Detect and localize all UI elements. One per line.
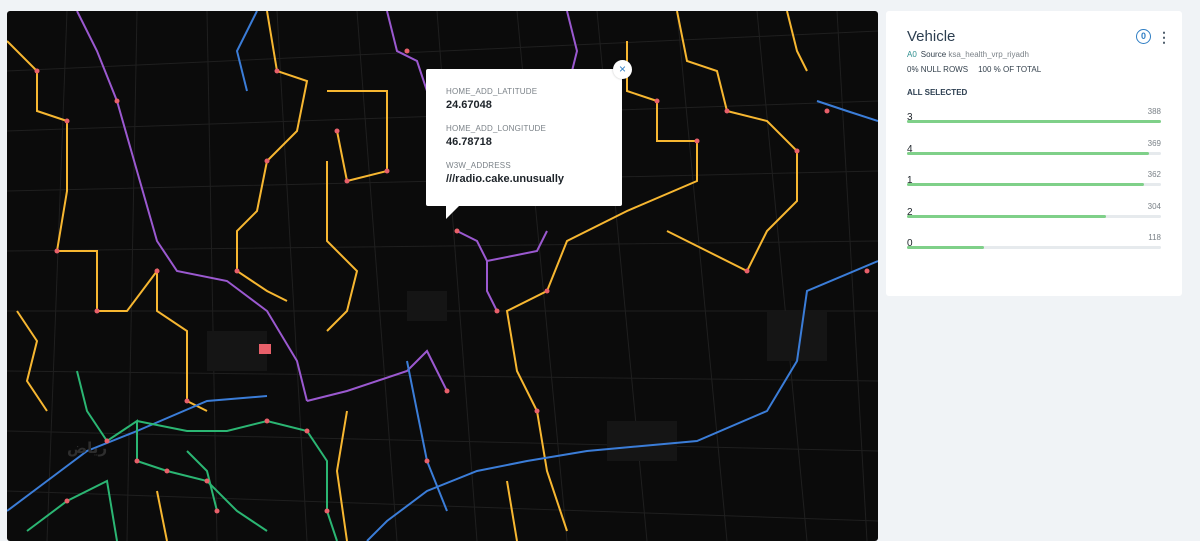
tooltip-field-latitude: HOME_ADD_LATITUDE 24.67048: [446, 87, 602, 111]
category-track: [907, 246, 1161, 249]
category-bar: [907, 151, 1149, 155]
tooltip-value: 46.78718: [446, 136, 492, 148]
category-count: 369: [1147, 138, 1161, 148]
category-count: 388: [1147, 107, 1161, 116]
widget-toolbar: 0 ⋮: [1136, 29, 1171, 44]
source-line: A0 Source ksa_health_vrp_riyadh: [907, 50, 1161, 59]
of-total: 100 % OF TOTAL: [978, 65, 1042, 74]
category-row[interactable]: 3 388: [907, 107, 1161, 139]
tooltip-key: HOME_ADD_LATITUDE: [446, 87, 538, 96]
category-track: [907, 120, 1161, 123]
source-tag: A0: [907, 50, 917, 59]
category-widget: Vehicle 0 ⋮ A0 Source ksa_health_vrp_riya…: [886, 11, 1182, 296]
category-bar: [907, 214, 1106, 218]
category-row[interactable]: 0 118: [907, 233, 1161, 265]
category-list: 3 388 4 369 1 362 2 304 0 118: [907, 107, 1161, 265]
widget-stats: 0% NULL ROWS 100 % OF TOTAL: [907, 65, 1161, 74]
tooltip-key: W3W_ADDRESS: [446, 161, 511, 170]
category-row[interactable]: 1 362: [907, 170, 1161, 202]
more-options-icon[interactable]: ⋮: [1157, 30, 1171, 44]
category-row[interactable]: 2 304: [907, 202, 1161, 234]
category-track: [907, 183, 1161, 186]
close-icon[interactable]: ×: [613, 60, 632, 79]
category-bar: [907, 246, 985, 249]
tooltip-field-longitude: HOME_ADD_LONGITUDE 46.78718: [446, 124, 602, 148]
category-count: 118: [1148, 233, 1161, 242]
source-value: ksa_health_vrp_riyadh: [948, 50, 1029, 59]
tooltip-field-w3w: W3W_ADDRESS ///radio.cake.unusually: [446, 161, 602, 185]
category-row[interactable]: 4 369: [907, 139, 1161, 171]
tooltip-key: HOME_ADD_LONGITUDE: [446, 124, 547, 133]
depot-marker: [259, 344, 271, 354]
map-tooltip: × HOME_ADD_LATITUDE 24.67048 HOME_ADD_LO…: [426, 60, 632, 219]
layer-pin-icon[interactable]: 0: [1136, 29, 1151, 44]
category-bar: [907, 183, 1144, 186]
category-bar: [907, 120, 1161, 123]
null-rows: 0% NULL ROWS: [907, 65, 969, 74]
category-track: [907, 151, 1161, 155]
widget-title: Vehicle: [907, 28, 956, 45]
route-yellow: [7, 11, 808, 541]
tooltip-value: 24.67048: [446, 99, 492, 111]
category-count: 304: [1147, 201, 1161, 211]
selection-status: ALL SELECTED: [907, 88, 968, 97]
map-place-label: رياض: [67, 439, 108, 457]
source-label: Source: [920, 50, 947, 59]
category-count: 362: [1147, 170, 1161, 179]
category-track: [907, 214, 1161, 218]
tooltip-value: ///radio.cake.unusually: [446, 173, 564, 185]
